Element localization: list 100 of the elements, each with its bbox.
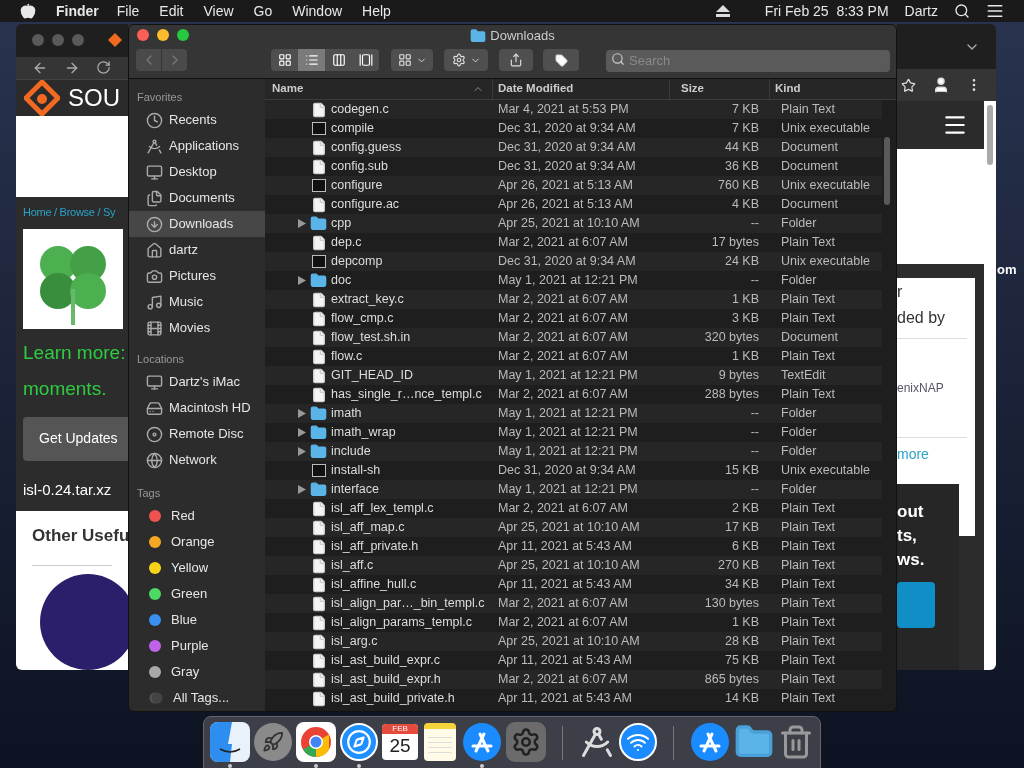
menu-item[interactable]: Edit (159, 0, 184, 22)
file-row[interactable]: config.guess Dec 31, 2020 at 9:34 AM 44 KB Document (265, 138, 882, 157)
disclosure-triangle-icon[interactable] (298, 219, 306, 228)
document-icon (310, 538, 327, 555)
sidebar-item[interactable]: Downloads (129, 211, 265, 237)
file-row[interactable]: extract_key.c Mar 2, 2021 at 6:07 AM 1 KB Plain Text (265, 290, 882, 309)
menu-item[interactable]: Finder (56, 0, 99, 22)
sidebar-item[interactable]: Documents (129, 185, 265, 211)
sidebar-item[interactable]: Red (129, 503, 265, 529)
column-header[interactable]: Size (670, 79, 770, 99)
file-row[interactable]: imath May 1, 2021 at 12:21 PM -- Folder (265, 404, 882, 423)
file-row[interactable]: codegen.c Mar 4, 2021 at 5:53 PM 7 KB Plain Text (265, 100, 882, 119)
sidebar-item[interactable]: Movies (129, 315, 265, 341)
zoom-button[interactable] (177, 29, 189, 41)
sidebar-item[interactable]: Pictures (129, 263, 265, 289)
action-button[interactable] (444, 49, 488, 71)
menu-item[interactable]: View (203, 0, 234, 22)
sidebar-item[interactable]: Applications (129, 133, 265, 159)
bookmark-icon[interactable] (901, 77, 916, 93)
terminal-icon (311, 122, 326, 135)
sidebar-item[interactable]: Orange (129, 529, 265, 555)
finder-icon[interactable] (210, 722, 250, 762)
sidebar-item[interactable]: Music (129, 289, 265, 315)
scrollbar-thumb[interactable] (987, 105, 993, 165)
sidebar-item[interactable]: Purple (129, 633, 265, 659)
profile-icon[interactable] (932, 76, 950, 95)
menu-item[interactable]: Go (253, 0, 273, 22)
list-icon[interactable] (986, 2, 1004, 20)
sidebar-item[interactable]: All Tags... (129, 685, 265, 711)
tag-icon (554, 53, 568, 67)
all-tags-icon (149, 692, 163, 704)
file-row[interactable]: isl_ast_build_expr.h Mar 2, 2021 at 6:07 AM 865 bytes Plain Text (265, 670, 882, 689)
sidebar-item[interactable]: Network (129, 447, 265, 473)
date-modified: May 1, 2021 at 12:21 PM (497, 443, 639, 461)
file-row[interactable]: cpp Apr 25, 2021 at 10:10 AM -- Folder (265, 214, 882, 233)
window-control[interactable] (32, 34, 44, 47)
disclosure-triangle-icon[interactable] (298, 485, 306, 494)
sidebar-item[interactable]: Recents (129, 107, 265, 133)
file-row[interactable]: isl_align_par…_bin_templ.c Mar 2, 2021 at 6:07 AM 130 bytes Plain Text (265, 594, 882, 613)
file-kind: Plain Text (780, 690, 836, 708)
menu-item[interactable]: Window (292, 0, 343, 22)
sidebar-item[interactable]: Blue (129, 607, 265, 633)
calendar-icon[interactable]: FEB 25 (382, 724, 419, 760)
favicon-icon (108, 33, 122, 48)
breadcrumb-link[interactable]: Home / Browse / Sy (23, 204, 116, 221)
disclosure-triangle-icon[interactable] (298, 428, 306, 437)
compass-icon[interactable] (340, 723, 378, 761)
sidebar-item[interactable]: Gray (129, 659, 265, 685)
window-control[interactable] (52, 34, 64, 47)
tag-button[interactable] (543, 49, 579, 71)
menu-item[interactable]: Help (362, 0, 391, 22)
rocket-icon[interactable] (254, 723, 292, 761)
apple-icon[interactable] (20, 3, 36, 19)
file-row[interactable]: isl_aff_map.c Apr 25, 2021 at 10:10 AM 17 KB Plain Text (265, 518, 882, 537)
folder-icon (310, 405, 327, 422)
sidebar-item[interactable]: Dartz's iMac (129, 369, 265, 395)
view-mode-button[interactable] (325, 49, 352, 71)
file-row[interactable]: GIT_HEAD_ID May 1, 2021 at 12:21 PM 9 bytes TextEdit (265, 366, 882, 385)
file-row[interactable]: include May 1, 2021 at 12:21 PM -- Folder (265, 442, 882, 461)
disclosure-triangle-icon[interactable] (298, 276, 306, 285)
eject-icon[interactable] (715, 5, 730, 17)
group-button[interactable] (391, 49, 433, 71)
column-header[interactable]: Name (265, 79, 493, 99)
user-name[interactable]: Dartz (904, 0, 938, 22)
sidebar-item[interactable]: Yellow (129, 555, 265, 581)
file-row[interactable]: isl_arg.c Apr 25, 2021 at 10:10 AM 28 KB Plain Text (265, 632, 882, 651)
sidebar-item[interactable]: Remote Disc (129, 421, 265, 447)
browser-icon[interactable] (296, 722, 336, 762)
disclosure-triangle-icon[interactable] (298, 447, 306, 456)
file-size: 320 bytes (703, 329, 759, 347)
scrollbar-thumb[interactable] (884, 137, 890, 205)
sidebar-item[interactable]: Desktop (129, 159, 265, 185)
menu-item[interactable]: File (116, 0, 140, 22)
reload-icon[interactable] (96, 60, 111, 76)
column-header[interactable]: Kind (770, 79, 882, 99)
window-control[interactable] (72, 34, 84, 47)
get-updates-button[interactable]: Get Updates (23, 417, 128, 461)
file-row[interactable]: isl_aff.c Apr 25, 2021 at 10:10 AM 270 KB Plain Text (265, 556, 882, 575)
file-name: dep.c (331, 234, 362, 252)
view-mode-button[interactable] (271, 49, 298, 71)
sidebar-item[interactable]: dartz (129, 237, 265, 263)
close-button[interactable] (137, 29, 149, 41)
sidebar-item[interactable]: Green (129, 581, 265, 607)
file-row[interactable]: configure Apr 26, 2021 at 5:13 AM 760 KB Unix executable (265, 176, 882, 195)
sidebar-item[interactable]: Macintosh HD (129, 395, 265, 421)
column-header[interactable]: Date Modified (493, 79, 670, 99)
date-modified: Mar 2, 2021 at 6:07 AM (497, 500, 629, 518)
share-button[interactable] (499, 49, 533, 71)
app-store-icon[interactable] (689, 722, 730, 762)
file-row[interactable]: interface May 1, 2021 at 12:21 PM -- Folder (265, 480, 882, 499)
search-icon[interactable] (954, 3, 970, 19)
date-modified: Apr 25, 2021 at 10:10 AM (497, 557, 641, 575)
file-row[interactable]: depcomp Dec 31, 2020 at 9:34 AM 24 KB Unix executable (265, 252, 882, 271)
app-store-icon[interactable] (462, 722, 503, 762)
notepad-icon[interactable] (424, 723, 457, 761)
file-row[interactable]: flow_test.sh.in Mar 2, 2021 at 6:07 AM 320 bytes Document (265, 328, 882, 347)
wifi-icon[interactable] (619, 723, 658, 761)
disclosure-triangle-icon[interactable] (298, 409, 306, 418)
view-mode-button[interactable] (352, 49, 379, 71)
minimize-button[interactable] (157, 29, 169, 41)
